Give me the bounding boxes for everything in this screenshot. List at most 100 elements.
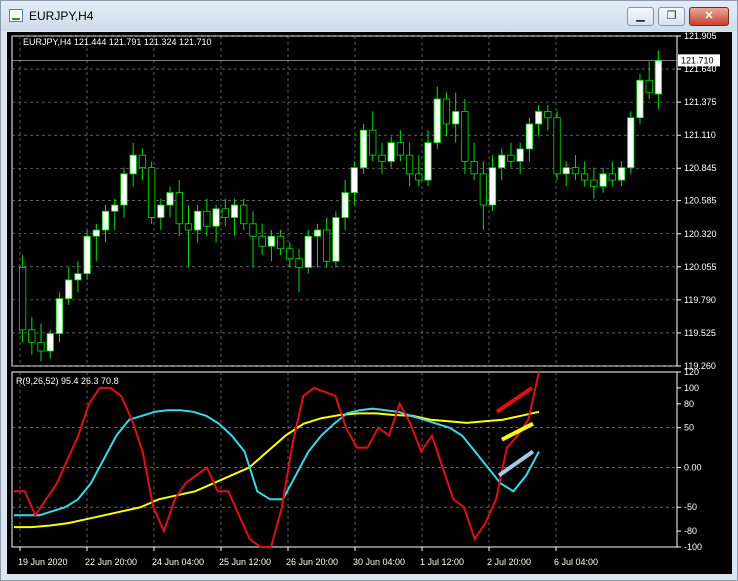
candle-bull	[627, 117, 635, 169]
candle-bull	[74, 273, 82, 281]
fast-line	[14, 371, 540, 548]
candle-bull	[636, 79, 644, 119]
chart-window-icon	[9, 9, 23, 22]
candle-bull	[157, 204, 165, 218]
candle-bear	[581, 173, 589, 181]
candle-bull	[111, 204, 119, 212]
restore-button[interactable]: ❐	[658, 7, 685, 26]
candle-bull	[350, 167, 358, 193]
indicator-tick-label: -50	[684, 502, 697, 512]
candle-bull	[617, 167, 626, 181]
candle-bear	[590, 179, 598, 187]
main-chart-header: EURJPY,H4 121.444 121.791 121.324 121.71…	[23, 37, 212, 47]
medium-line	[14, 407, 540, 517]
candle-bear	[553, 117, 561, 175]
candle-bear	[442, 98, 451, 125]
close-button[interactable]: ✕	[689, 7, 729, 26]
current-price-label: 121.710	[681, 55, 714, 65]
indicator-tick-label: 120	[684, 367, 699, 377]
candle-bull	[332, 217, 340, 262]
time-tick-label: 22 Jun 20:00	[85, 557, 137, 567]
candle-bear	[37, 341, 45, 352]
candle-bear	[18, 267, 27, 331]
candle-bear	[470, 160, 478, 175]
candle-bull	[359, 129, 368, 169]
candle-bull	[525, 123, 534, 150]
grid-lines	[11, 35, 681, 551]
indicator-tick-label: -100	[684, 542, 702, 552]
indicator-tick-label: 0.00	[684, 462, 702, 472]
candle-bull	[341, 192, 349, 218]
candle-bear	[369, 129, 377, 156]
candle-bear	[378, 154, 386, 162]
candle-bull	[55, 298, 64, 334]
candle-bull	[46, 333, 54, 352]
candle-bear	[479, 173, 487, 206]
candle-bull	[92, 229, 100, 237]
chart-area[interactable]: 121.905 121.640 121.375 121.110 120.845 120.5…	[7, 32, 732, 574]
candle-bear	[396, 142, 405, 156]
candle-bull	[65, 279, 73, 300]
slow-line	[14, 410, 540, 529]
candle-bear	[608, 173, 616, 181]
candle-bull	[387, 142, 395, 162]
candle-bull	[194, 210, 202, 231]
candle-bear	[507, 154, 515, 162]
candle-bull	[534, 111, 543, 125]
candle-bull	[452, 111, 460, 125]
candle-bear	[405, 154, 414, 175]
minimize-button[interactable]: ▁	[627, 7, 654, 26]
axis-labels: 121.905121.640121.375121.110120.845120.5…	[18, 32, 720, 567]
candle-bull	[516, 148, 524, 162]
candle-bear	[571, 167, 580, 175]
price-tick-label: 121.110	[684, 130, 716, 140]
indicator-tick-label: 80	[684, 399, 694, 409]
candle-bull	[212, 208, 220, 227]
price-tick-label: 121.905	[684, 32, 717, 41]
candle-bull	[83, 235, 91, 275]
candle-bull	[304, 235, 312, 268]
candle-bull	[498, 154, 506, 169]
candle-bear	[175, 192, 183, 225]
time-tick-label: 1 Jul 12:00	[420, 557, 464, 567]
candle-bear	[544, 111, 552, 119]
time-tick-label: 24 Jun 04:00	[152, 557, 204, 567]
candle-bull	[129, 154, 137, 175]
candle-bear	[286, 248, 294, 260]
time-tick-label: 2 Jul 20:00	[487, 557, 531, 567]
slow-trend-mark	[501, 421, 534, 442]
candlestick-series	[18, 50, 663, 362]
candle-bull	[120, 173, 128, 206]
price-tick-label: 120.055	[684, 262, 717, 272]
chart-canvas[interactable]: 121.905121.640121.375121.110120.845120.5…	[7, 32, 732, 574]
candle-bear	[258, 235, 266, 247]
indicator-series	[14, 371, 540, 548]
candle-bull	[599, 173, 607, 187]
candle-bull	[562, 167, 570, 175]
chart-window: EURJPY,H4 ▁ ❐ ✕ 121.905 121.640 121.375 121…	[0, 0, 738, 581]
time-tick-label: 19 Jun 2020	[18, 557, 68, 567]
candle-bull	[230, 204, 239, 218]
price-tick-label: 120.585	[684, 196, 717, 206]
indicator-plot-frame	[11, 371, 678, 548]
candle-bear	[276, 235, 285, 250]
time-tick-label: 30 Jun 04:00	[353, 557, 405, 567]
window-title: EURJPY,H4	[29, 9, 94, 23]
price-tick-label: 120.320	[684, 229, 717, 239]
candle-bear	[645, 79, 653, 94]
indicator-tick-label: -80	[684, 526, 697, 536]
price-tick-label: 121.375	[684, 97, 717, 107]
candle-bear	[323, 229, 331, 262]
candle-bear	[461, 111, 469, 162]
time-tick-label: 25 Jun 12:00	[219, 557, 271, 567]
candle-bull	[101, 210, 110, 231]
candle-bull	[424, 142, 432, 181]
candle-bull	[166, 192, 174, 206]
indicator-header: R(9,26,52) 95.4 26.3 70.8	[16, 376, 119, 386]
candle-bear	[203, 210, 211, 227]
time-tick-label: 6 Jul 04:00	[554, 557, 598, 567]
title-bar[interactable]: EURJPY,H4 ▁ ❐ ✕	[1, 1, 737, 31]
candle-bear	[184, 223, 193, 231]
candle-bear	[28, 329, 36, 343]
candle-bear	[249, 223, 257, 237]
